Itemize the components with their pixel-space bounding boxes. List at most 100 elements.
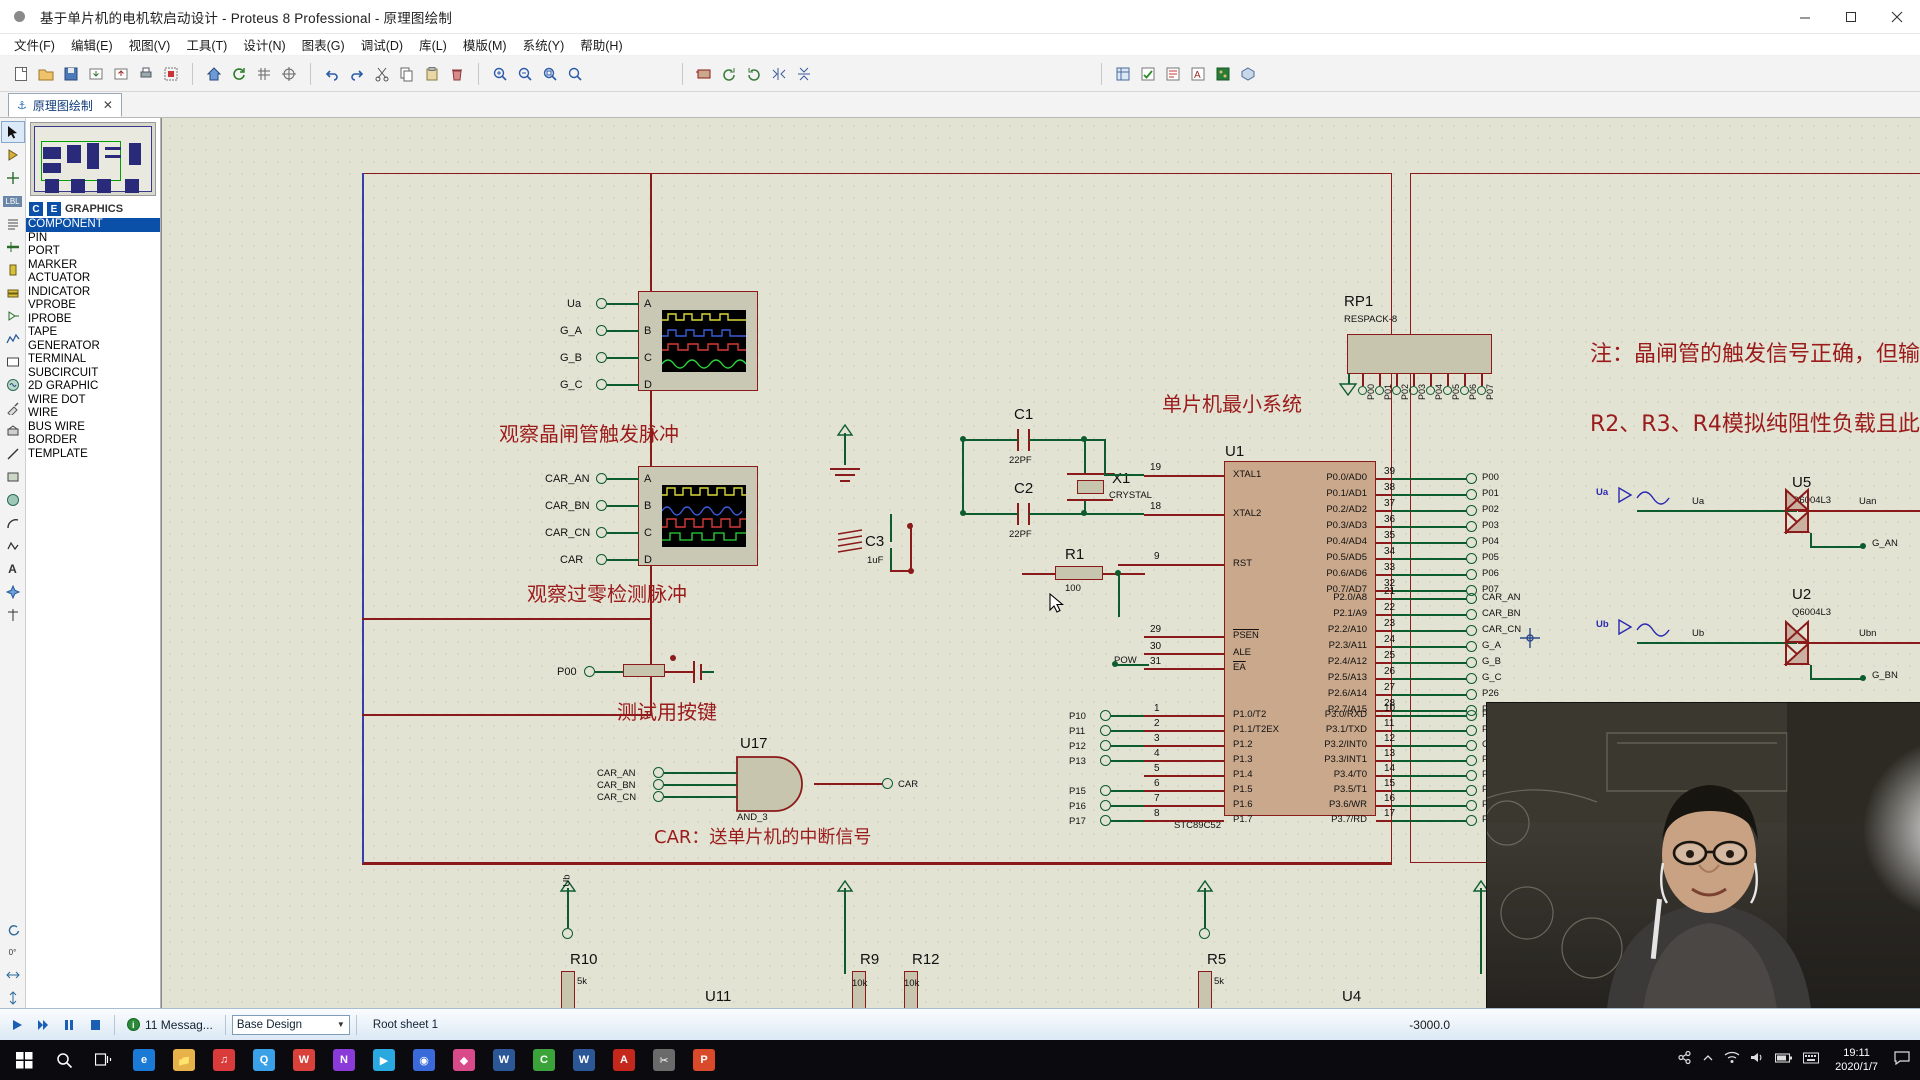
list-item-2d-graphic[interactable]: 2D GRAPHIC <box>26 380 160 394</box>
list-item-marker[interactable]: MARKER <box>26 259 160 273</box>
mirror-y-icon[interactable] <box>792 62 816 86</box>
arc-tool-icon[interactable] <box>2 513 24 533</box>
mcu-p3-terminal-11[interactable] <box>1466 725 1477 736</box>
res-r9-body[interactable] <box>852 971 866 1008</box>
grid-toggle-icon[interactable] <box>252 62 276 86</box>
minimize-button[interactable] <box>1782 0 1828 34</box>
origin-icon[interactable] <box>277 62 301 86</box>
mcu-p3-terminal-16[interactable] <box>1466 800 1477 811</box>
folder-icon[interactable]: 📁 <box>164 1040 204 1080</box>
chevron-down-icon[interactable]: ▼ <box>337 1020 345 1029</box>
list-item-bus-wire[interactable]: BUS WIRE <box>26 421 160 435</box>
pick-device-icon[interactable] <box>692 62 716 86</box>
music-icon[interactable]: ♫ <box>204 1040 244 1080</box>
category-c-button[interactable]: C <box>29 202 43 216</box>
mcu-p0-terminal-35[interactable] <box>1466 537 1477 548</box>
rotate-ccw-icon[interactable] <box>742 62 766 86</box>
cap-c3-symbol[interactable] <box>834 528 870 562</box>
mcu-p0-terminal-38[interactable] <box>1466 489 1477 500</box>
open-file-icon[interactable] <box>34 62 58 86</box>
mcu-p3-terminal-15[interactable] <box>1466 785 1477 796</box>
crystal-body[interactable] <box>1077 480 1104 494</box>
menu-graph[interactable]: 图表(G) <box>294 33 353 56</box>
mcu-p3-terminal-14[interactable] <box>1466 770 1477 781</box>
list-item-port[interactable]: PORT <box>26 245 160 259</box>
list-item-vprobe[interactable]: VPROBE <box>26 299 160 313</box>
component-mode-icon[interactable] <box>2 145 24 165</box>
terminal-ua[interactable] <box>596 298 607 309</box>
list-item-wire-dot[interactable]: WIRE DOT <box>26 394 160 408</box>
list-item-pin[interactable]: PIN <box>26 232 160 246</box>
list-item-wire[interactable]: WIRE <box>26 407 160 421</box>
terminal-p12[interactable] <box>1100 740 1111 751</box>
mcu-p3-terminal-13[interactable] <box>1466 755 1477 766</box>
terminal-p16[interactable] <box>1100 800 1111 811</box>
terminal-car-an[interactable] <box>596 473 607 484</box>
list-item-generator[interactable]: GENERATOR <box>26 340 160 354</box>
mirror-widget-icon[interactable] <box>2 965 24 985</box>
terminal-and-in3[interactable] <box>653 791 664 802</box>
erc-icon[interactable] <box>1136 62 1160 86</box>
terminal-and-in1[interactable] <box>653 767 664 778</box>
current-probe-icon[interactable] <box>2 421 24 441</box>
green-icon[interactable]: C <box>524 1040 564 1080</box>
marker-tool-icon[interactable] <box>2 605 24 625</box>
terminal-bot-1[interactable] <box>562 928 573 939</box>
mcu-p2-terminal-21[interactable] <box>1466 593 1477 604</box>
tape-recorder-icon[interactable] <box>2 352 24 372</box>
notes-icon[interactable]: N <box>324 1040 364 1080</box>
list-item-component[interactable]: COMPONENT <box>26 218 160 232</box>
bom-icon[interactable] <box>1111 62 1135 86</box>
res-r1-body[interactable] <box>1055 566 1103 580</box>
res-r12-body[interactable] <box>904 971 918 1008</box>
respack-body[interactable] <box>1347 334 1492 374</box>
res-r5-body[interactable] <box>1198 971 1212 1008</box>
zoom-in-icon[interactable] <box>488 62 512 86</box>
wire-label-icon[interactable]: LBL <box>2 191 24 211</box>
3d-view-icon[interactable] <box>1236 62 1260 86</box>
wps-icon[interactable]: W <box>284 1040 324 1080</box>
terminal-car[interactable] <box>596 554 607 565</box>
print-icon[interactable] <box>134 62 158 86</box>
notification-icon[interactable] <box>1894 1050 1910 1070</box>
taskbar-clock[interactable]: 19:11 2020/1/7 <box>1829 1046 1884 1074</box>
mcu-p2-terminal-25[interactable] <box>1466 657 1477 668</box>
menu-library[interactable]: 库(L) <box>411 33 455 56</box>
list-item-actuator[interactable]: ACTUATOR <box>26 272 160 286</box>
undo-icon[interactable] <box>320 62 344 86</box>
rotate-cw-icon[interactable] <box>717 62 741 86</box>
zoom-out-icon[interactable] <box>513 62 537 86</box>
pcb-icon[interactable] <box>1211 62 1235 86</box>
circle-tool-icon[interactable] <box>2 490 24 510</box>
terminal-p13[interactable] <box>1100 755 1111 766</box>
terminal-ga[interactable] <box>596 325 607 336</box>
menu-help[interactable]: 帮助(H) <box>572 33 630 56</box>
redo-icon[interactable] <box>345 62 369 86</box>
volume-icon[interactable] <box>1750 1051 1765 1069</box>
object-category-list[interactable]: COMPONENT PIN PORT MARKER ACTUATOR INDIC… <box>26 218 160 1008</box>
thyristor-u2-symbol[interactable] <box>1782 620 1824 680</box>
refresh-icon[interactable] <box>227 62 251 86</box>
mcu-p2-terminal-23[interactable] <box>1466 625 1477 636</box>
terminal-car-bn[interactable] <box>596 500 607 511</box>
mcu-p3-terminal-17[interactable] <box>1466 815 1477 826</box>
qq-icon[interactable]: Q <box>244 1040 284 1080</box>
pdf-icon[interactable]: A <box>604 1040 644 1080</box>
mcu-p2-terminal-22[interactable] <box>1466 609 1477 620</box>
list-item-indicator[interactable]: INDICATOR <box>26 286 160 300</box>
push-button-body[interactable] <box>623 664 665 677</box>
menu-file[interactable]: 文件(F) <box>6 33 63 56</box>
mcu-p3-terminal-10[interactable] <box>1466 710 1477 721</box>
voltage-probe-icon[interactable] <box>2 398 24 418</box>
schematic-canvas[interactable]: A B C D Ua G_A G_B G_C 观察晶闸管触发脉冲 A B C D… <box>161 118 1920 1008</box>
play-icon[interactable] <box>4 1013 30 1037</box>
tab-schematic-capture[interactable]: ⚓ 原理图绘制 ✕ <box>8 93 122 117</box>
pause-icon[interactable] <box>56 1013 82 1037</box>
menu-debug[interactable]: 调试(D) <box>353 33 411 56</box>
mcu-p2-terminal-27[interactable] <box>1466 689 1477 700</box>
new-file-icon[interactable] <box>9 62 33 86</box>
text-tool-icon[interactable]: A <box>2 559 24 579</box>
thyristor-u5-symbol[interactable] <box>1782 488 1824 548</box>
tool-icon[interactable]: ✂ <box>644 1040 684 1080</box>
list-item-iprobe[interactable]: IPROBE <box>26 313 160 327</box>
